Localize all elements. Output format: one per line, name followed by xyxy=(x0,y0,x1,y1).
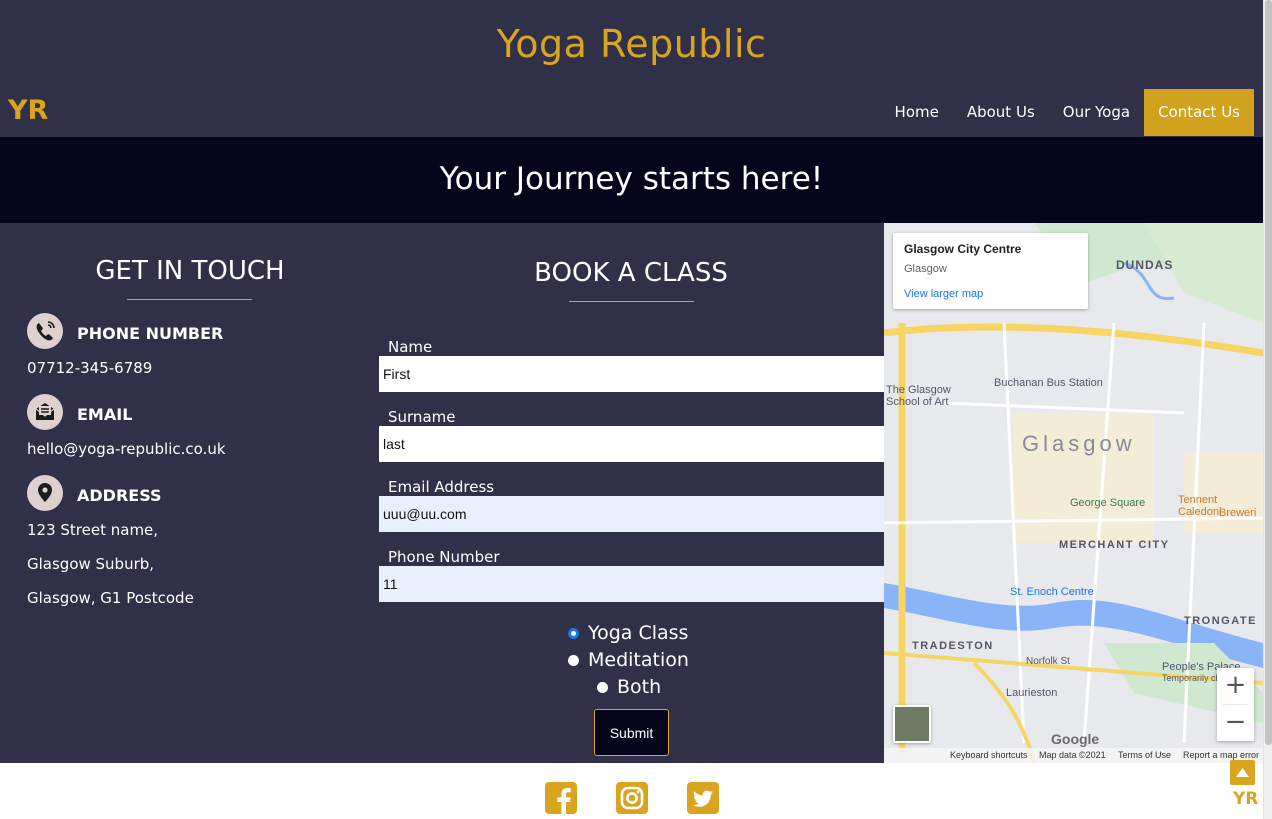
nav-contact-us[interactable]: Contact Us xyxy=(1144,89,1254,136)
map-label-merchant-city: MERCHANT CITY xyxy=(1059,539,1170,551)
map-label-tradeston: TRADESTON xyxy=(912,640,994,652)
zoom-in-button[interactable]: + xyxy=(1217,668,1254,704)
contact-title: GET IN TOUCH xyxy=(95,256,285,286)
twitter-icon[interactable] xyxy=(687,782,719,814)
radio-both[interactable]: Both xyxy=(597,676,661,698)
map-label-peoples-palace-2: Temporarily cl xyxy=(1162,673,1218,683)
map-zoom-controls: + − xyxy=(1217,668,1254,741)
map-place-card: Glasgow City Centre Glasgow View larger … xyxy=(893,233,1088,309)
footer-logo: YR xyxy=(1233,789,1259,809)
nav-our-yoga[interactable]: Our Yoga xyxy=(1049,89,1144,136)
view-larger-map-link[interactable]: View larger map xyxy=(904,288,1077,300)
map-label-school-of-art-1: The Glasgow xyxy=(886,384,951,396)
map-place-sub: Glasgow xyxy=(904,263,947,275)
radio-label: Yoga Class xyxy=(588,622,689,644)
map-label-norfolk-st: Norfolk St xyxy=(1026,656,1070,667)
map-data-credit: Map data ©2021 xyxy=(1039,750,1106,760)
surname-label: Surname xyxy=(388,408,456,426)
embedded-map[interactable]: Glasgow City Centre Glasgow View larger … xyxy=(884,223,1263,763)
booking-title-underline xyxy=(569,301,694,302)
page-scrollbar[interactable] xyxy=(1263,0,1272,819)
instagram-icon[interactable] xyxy=(616,782,648,814)
keyboard-shortcuts-link[interactable]: Keyboard shortcuts xyxy=(950,750,1028,760)
email-input[interactable] xyxy=(379,496,884,532)
map-label-glasgow: Glasgow xyxy=(1022,431,1136,456)
submit-button[interactable]: Submit xyxy=(594,709,669,756)
address-line-1: 123 Street name, xyxy=(27,521,159,539)
phone-value[interactable]: 07712-345-6789 xyxy=(27,359,152,377)
radio-yoga-class[interactable]: Yoga Class xyxy=(568,622,688,644)
back-to-top-button[interactable] xyxy=(1230,760,1255,785)
arrow-up-icon xyxy=(1236,768,1249,777)
radio-button[interactable] xyxy=(597,681,608,693)
address-heading: ADDRESS xyxy=(77,486,162,505)
address-line-2: Glasgow Suburb, xyxy=(27,555,155,573)
phone-input[interactable] xyxy=(379,566,884,602)
radio-button[interactable] xyxy=(568,654,579,666)
map-label-tennent-2: Breweri xyxy=(1219,507,1257,519)
phone-label: Phone Number xyxy=(388,548,500,566)
zoom-out-button[interactable]: − xyxy=(1217,705,1254,741)
map-place-name: Glasgow City Centre xyxy=(904,242,1022,256)
footer xyxy=(0,763,1263,819)
main-nav: Home About Us Our Yoga Contact Us xyxy=(881,89,1254,136)
map-label-school-of-art-2: School of Art xyxy=(886,396,949,408)
map-label-trongate: TRONGATE xyxy=(1184,615,1257,627)
map-label-bus-station: Buchanan Bus Station xyxy=(994,377,1103,389)
contact-title-underline xyxy=(127,299,252,300)
map-label-laurieston: Laurieston xyxy=(1006,687,1058,699)
site-title: Yoga Republic xyxy=(496,22,767,66)
name-label: Name xyxy=(388,338,433,356)
radio-label: Meditation xyxy=(588,649,689,671)
map-footer: Keyboard shortcuts Map data ©2021 Terms … xyxy=(884,748,1263,763)
scrollbar-thumb[interactable] xyxy=(1265,0,1272,745)
email-value[interactable]: hello@yoga-republic.co.uk xyxy=(27,440,226,458)
phone-heading: PHONE NUMBER xyxy=(77,324,224,343)
map-label-george-square: George Square xyxy=(1070,497,1146,509)
email-label: Email Address xyxy=(388,478,495,496)
hero-banner: Your Journey starts here! xyxy=(0,137,1263,223)
phone-icon xyxy=(27,313,63,349)
radio-label: Both xyxy=(617,676,662,698)
satellite-toggle[interactable] xyxy=(893,705,931,743)
map-label-st-enoch: St. Enoch Centre xyxy=(1010,586,1094,598)
map-label-dundas: DUNDAS xyxy=(1116,258,1174,272)
radio-meditation[interactable]: Meditation xyxy=(568,649,689,671)
location-pin-icon xyxy=(27,475,63,511)
nav-home[interactable]: Home xyxy=(881,89,953,136)
surname-input[interactable] xyxy=(379,426,884,462)
report-error-link[interactable]: Report a map error xyxy=(1183,750,1259,760)
email-heading: EMAIL xyxy=(77,405,133,424)
nav-about-us[interactable]: About Us xyxy=(953,89,1049,136)
page: Yoga Republic YR Home About Us Our Yoga … xyxy=(0,0,1263,819)
google-logo: Google xyxy=(1051,731,1100,747)
terms-link[interactable]: Terms of Use xyxy=(1118,750,1171,760)
logo[interactable]: YR xyxy=(8,95,48,126)
booking-title: BOOK A CLASS xyxy=(534,258,728,288)
address-line-3: Glasgow, G1 Postcode xyxy=(27,589,194,607)
radio-button-checked[interactable] xyxy=(568,627,579,639)
name-input[interactable] xyxy=(379,356,884,392)
facebook-icon[interactable] xyxy=(545,782,577,814)
envelope-icon xyxy=(27,394,63,430)
